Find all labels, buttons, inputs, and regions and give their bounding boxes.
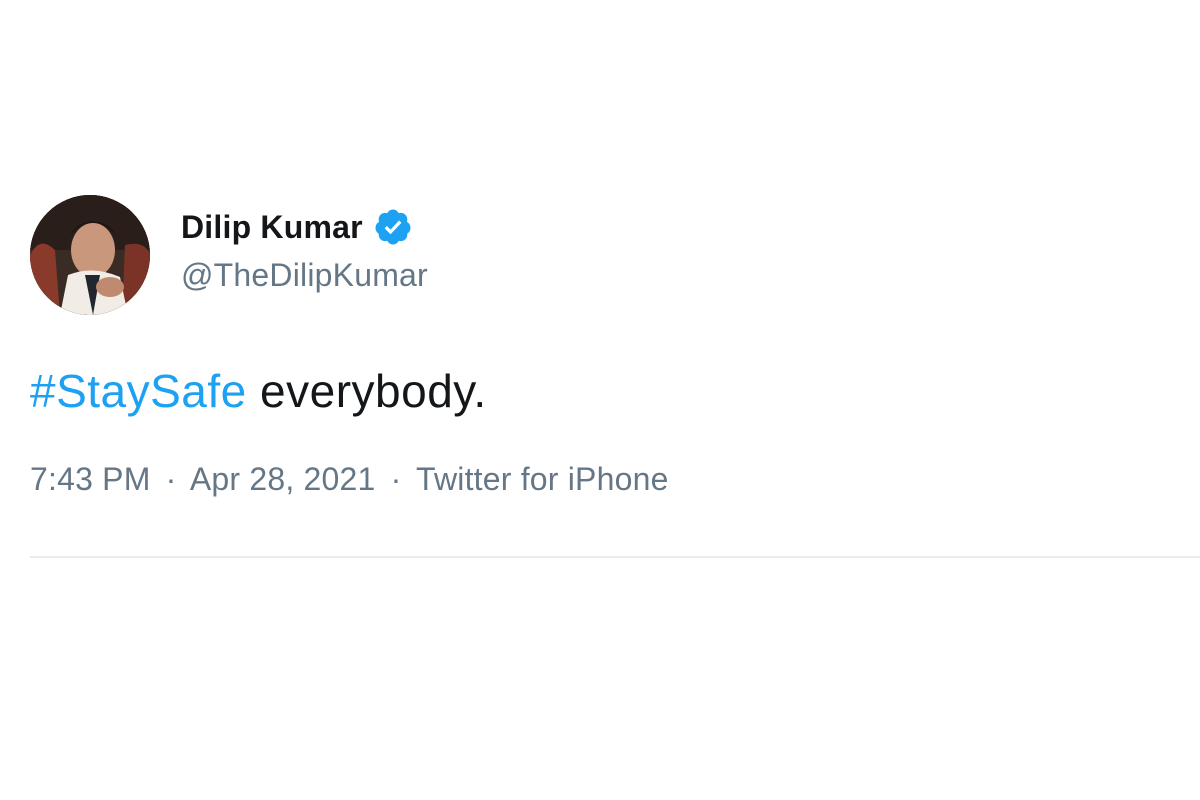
avatar-image (30, 195, 150, 315)
display-name[interactable]: Dilip Kumar (181, 209, 363, 246)
tweet-card: Dilip Kumar @TheDilipKumar #StaySafe eve… (30, 195, 1200, 498)
author-names: Dilip Kumar @TheDilipKumar (181, 195, 428, 294)
meta-separator: · (165, 461, 177, 497)
display-name-row: Dilip Kumar (181, 207, 428, 247)
verified-badge-icon (373, 207, 413, 247)
tweet-text-rest: everybody. (246, 365, 487, 417)
tweet-source[interactable]: Twitter for iPhone (416, 461, 669, 497)
meta-separator: · (390, 461, 402, 497)
tweet-time[interactable]: 7:43 PM (30, 461, 151, 497)
author-handle[interactable]: @TheDilipKumar (181, 257, 428, 294)
tweet-text: #StaySafe everybody. (30, 363, 1200, 419)
tweet-header: Dilip Kumar @TheDilipKumar (30, 195, 1200, 315)
avatar[interactable] (30, 195, 150, 315)
divider (30, 556, 1200, 558)
tweet-page: Dilip Kumar @TheDilipKumar #StaySafe eve… (0, 0, 1200, 800)
tweet-date[interactable]: Apr 28, 2021 (190, 461, 376, 497)
hashtag-link[interactable]: #StaySafe (30, 365, 247, 417)
tweet-meta: 7:43 PM · Apr 28, 2021 · Twitter for iPh… (30, 461, 1200, 498)
